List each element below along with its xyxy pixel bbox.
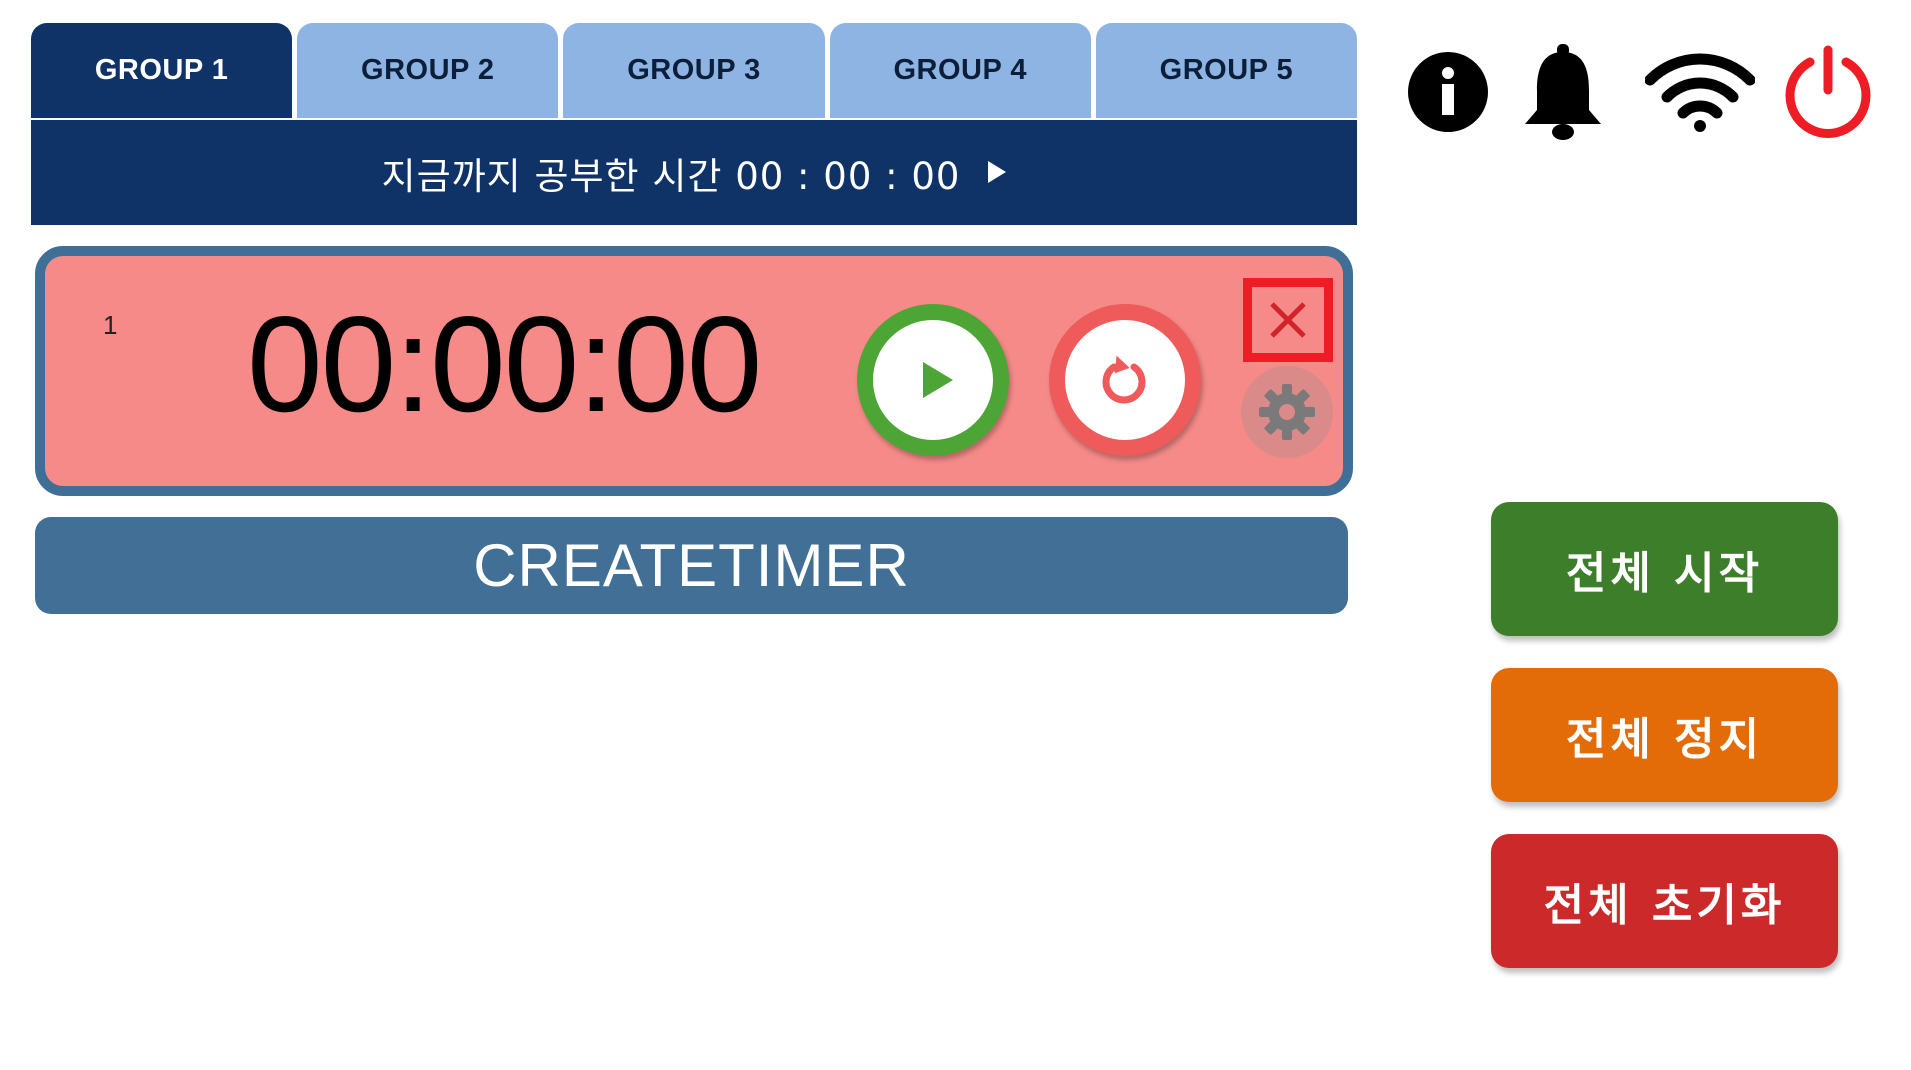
play-icon[interactable] [988,160,1007,183]
stop-all-button[interactable]: 전체 정지 [1491,668,1838,802]
timer-close-button[interactable] [1243,278,1333,362]
timer-card: 1 00:00:00 [35,246,1353,496]
group-tabs: GROUP 1 GROUP 2 GROUP 3 GROUP 4 GROUP 5 [31,23,1358,118]
reset-all-button[interactable]: 전체 초기화 [1491,834,1838,968]
study-time-bar: 지금까지 공부한 시간 00 : 00 : 00 [31,118,1357,225]
power-icon[interactable] [1780,44,1876,140]
tab-group-2[interactable]: GROUP 2 [297,23,559,118]
tab-group-3[interactable]: GROUP 3 [563,23,825,118]
bell-icon[interactable] [1521,42,1605,142]
timer-start-button[interactable] [857,304,1009,456]
timer-reset-button[interactable] [1049,304,1201,456]
timer-index: 1 [103,310,118,340]
reset-icon [1102,355,1146,404]
study-time-text: 지금까지 공부한 시간 00 : 00 : 00 [382,146,961,200]
study-time-value: 00 : 00 : 00 [735,154,961,198]
start-all-button[interactable]: 전체 시작 [1491,502,1838,636]
play-icon [923,362,953,398]
tab-group-5[interactable]: GROUP 5 [1095,23,1358,118]
timer-settings-button[interactable] [1241,366,1333,458]
timer-display: 00:00:00 [247,288,762,440]
create-timer-button[interactable]: CREATETIMER [35,517,1348,614]
study-time-label: 지금까지 공부한 시간 [381,154,723,198]
gear-icon [1259,384,1315,440]
info-icon[interactable] [1405,49,1491,135]
wifi-icon[interactable] [1645,52,1755,132]
tab-group-4[interactable]: GROUP 4 [829,23,1091,118]
close-icon [1270,302,1306,338]
tab-group-1[interactable]: GROUP 1 [31,23,293,118]
